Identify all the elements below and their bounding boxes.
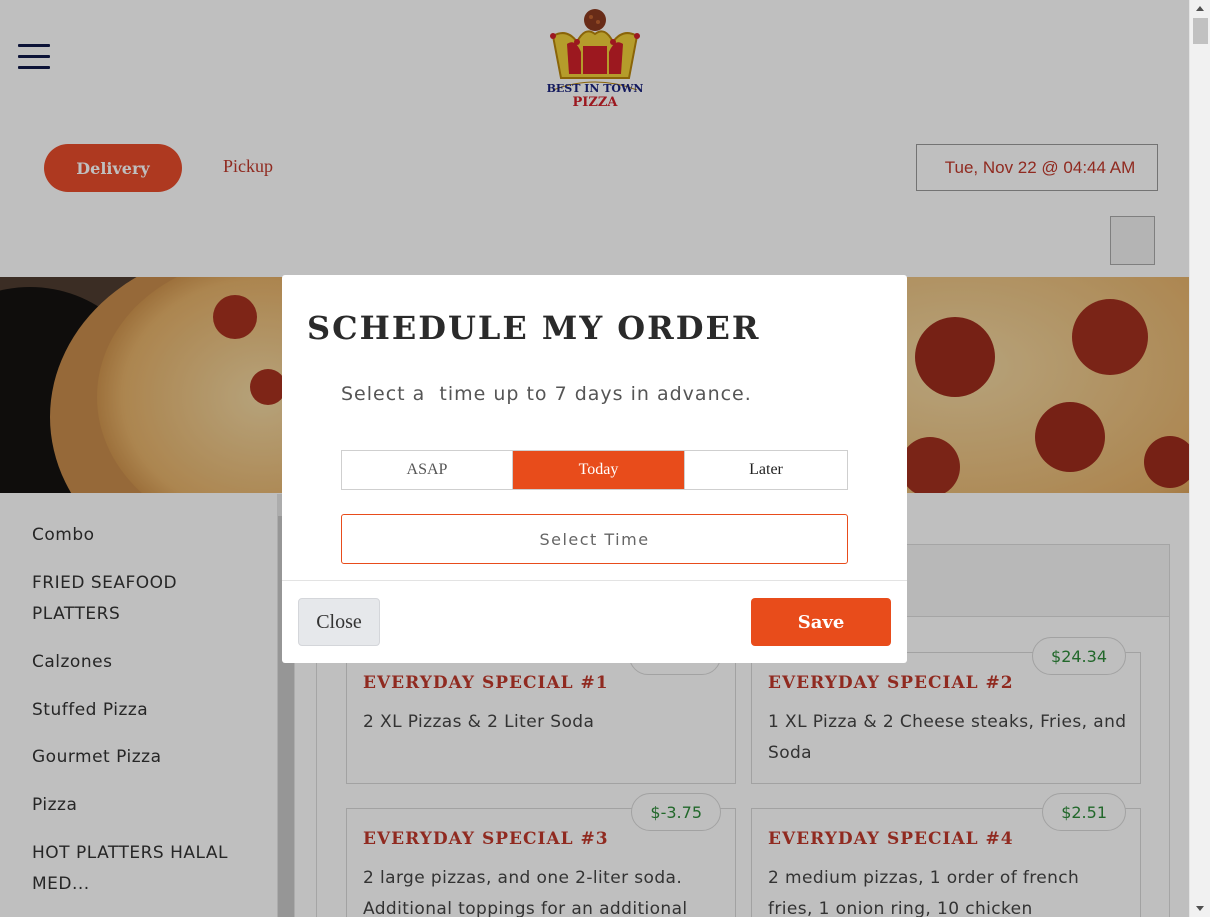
save-button[interactable]: Save (751, 598, 891, 646)
close-button[interactable]: Close (298, 598, 380, 646)
modal-subtitle: Select a time up to 7 days in advance. (341, 383, 752, 405)
order-time-segmented-control: ASAP Today Later (341, 450, 848, 490)
modal-title: SCHEDULE MY ORDER (307, 309, 761, 347)
scroll-up-arrow-icon[interactable] (1196, 6, 1204, 11)
scroll-down-arrow-icon[interactable] (1196, 906, 1204, 911)
window-scrollbar-thumb[interactable] (1193, 18, 1208, 44)
option-today[interactable]: Today (513, 451, 684, 489)
select-time-dropdown[interactable]: Select Time (341, 514, 848, 564)
window-scrollbar[interactable] (1189, 0, 1210, 917)
option-later[interactable]: Later (684, 451, 847, 489)
schedule-order-modal: SCHEDULE MY ORDER Select a time up to 7 … (282, 275, 907, 663)
modal-footer-divider (282, 580, 907, 581)
option-asap[interactable]: ASAP (342, 451, 513, 489)
